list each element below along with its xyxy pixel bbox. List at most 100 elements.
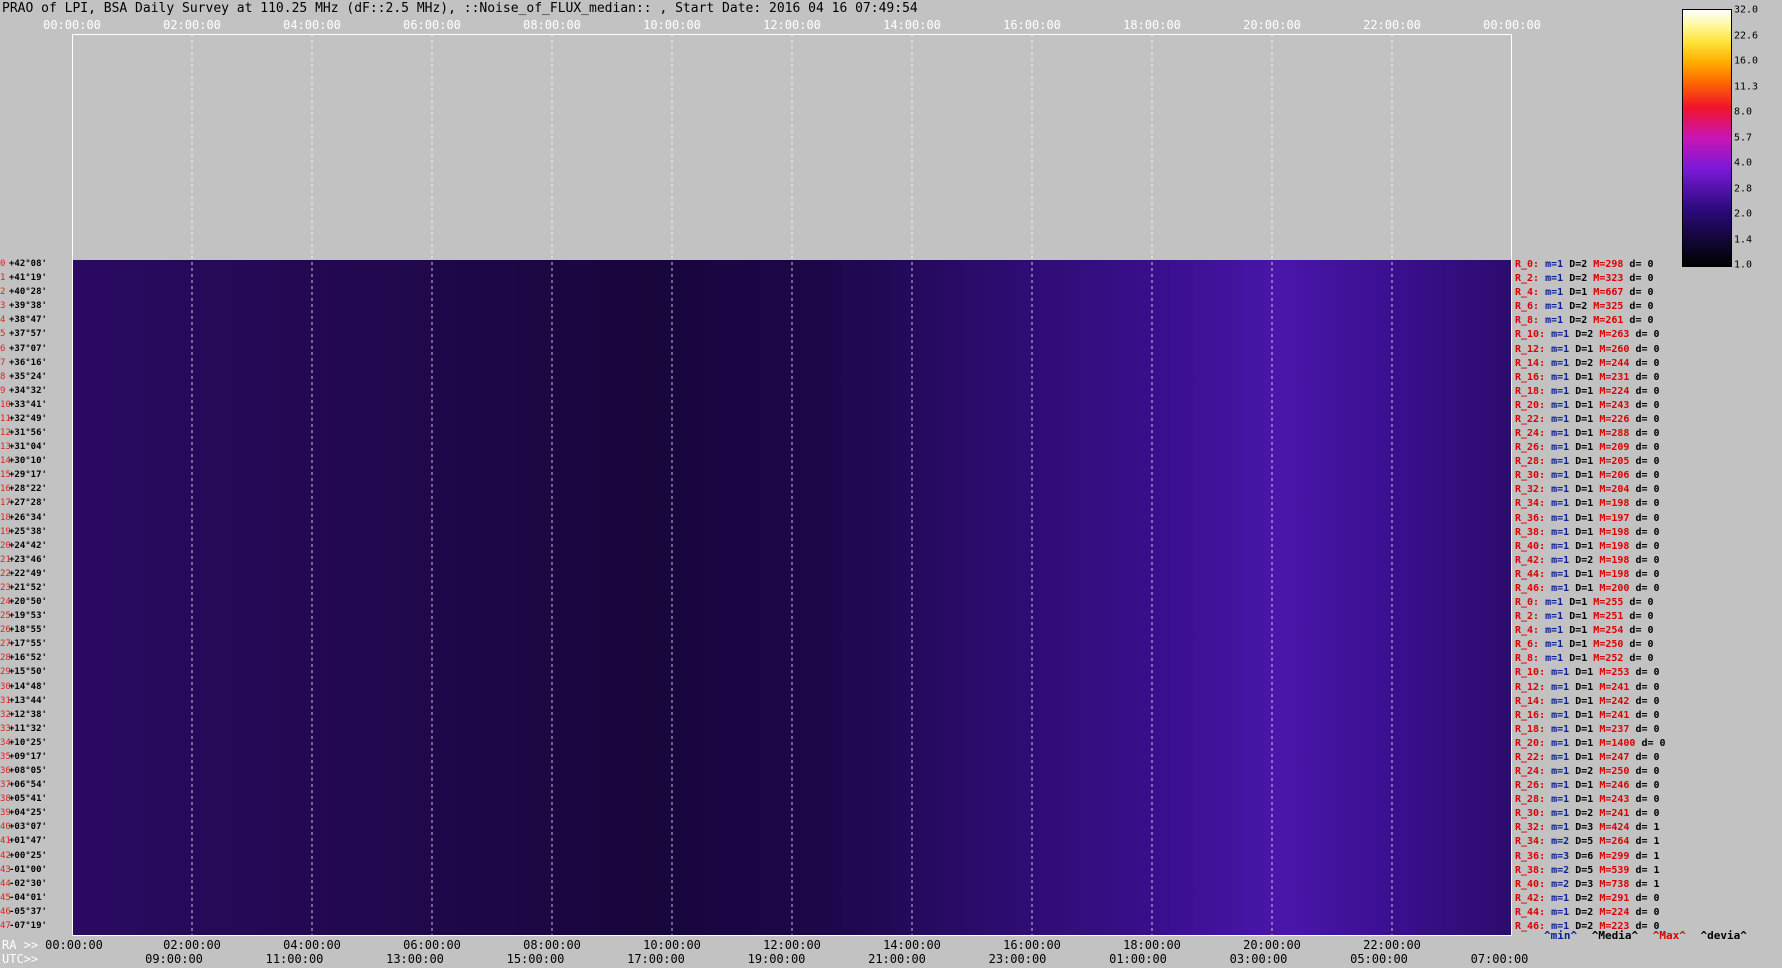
dec-row: 20+24°42' <box>0 541 47 551</box>
declination-label: +29°17' <box>9 470 47 481</box>
antenna-row: R_16: m=1 D=1 M=241 d= 0 <box>1515 709 1660 721</box>
antenna-dev: d= 1 <box>1635 864 1660 876</box>
utc-tick-label: 13:00:00 <box>386 952 444 966</box>
top-tick-label: 00:00:00 <box>1483 18 1541 32</box>
declination-label: +15°50' <box>9 667 47 678</box>
antenna-max: M=198 <box>1599 554 1636 566</box>
ra-axis-label: RA >> <box>2 938 39 952</box>
antenna-disp: D=2 <box>1575 808 1600 820</box>
antenna-row: R_34: m=1 D=1 M=198 d= 0 <box>1515 499 1660 509</box>
antenna-min: m=1 <box>1551 906 1576 918</box>
antenna-row: R_40: m=2 D=3 M=738 d= 1 <box>1515 878 1660 890</box>
antenna-row: R_32: m=1 D=1 M=204 d= 0 <box>1515 485 1660 495</box>
ra-tick-label: 14:00:00 <box>883 938 941 952</box>
dec-row: 21+23°46' <box>0 555 47 565</box>
antenna-row: R_0: m=1 D=1 M=255 d= 0 <box>1515 598 1654 608</box>
antenna-dev: d= 0 <box>1629 259 1654 270</box>
ra-tick-label: 22:00:00 <box>1363 938 1421 952</box>
declination-label: +28°22' <box>9 484 47 495</box>
antenna-dev: d= 0 <box>1635 709 1660 721</box>
utc-tick-label: 03:00:00 <box>1229 952 1288 966</box>
declination-label: -05°37' <box>9 906 47 917</box>
antenna-min: m=1 <box>1551 512 1576 524</box>
antenna-ray: R_6: <box>1515 639 1546 651</box>
declination-label: +11°32' <box>9 723 47 734</box>
antenna-ray: R_32: <box>1515 822 1552 834</box>
dec-row: 14+30°10' <box>0 457 47 466</box>
dec-row: 17+27°28' <box>0 499 47 508</box>
ra-tick-label: 04:00:00 <box>283 938 341 952</box>
antenna-row: R_42: m=1 D=2 M=198 d= 0 <box>1515 554 1660 566</box>
beam-index: 36 <box>0 766 11 776</box>
top-tick-label: 12:00:00 <box>763 18 821 32</box>
antenna-disp: D=1 <box>1575 794 1600 806</box>
antenna-max: M=738 <box>1599 878 1636 890</box>
declination-label: +00°25' <box>9 850 47 861</box>
dec-row: 27+17°55' <box>0 640 47 649</box>
declination-label: -02°30' <box>9 878 47 889</box>
antenna-disp: D=2 <box>1569 273 1594 285</box>
antenna-disp: D=1 <box>1575 681 1600 693</box>
dec-row: 41+01°47' <box>0 837 47 846</box>
antenna-row: R_36: m=1 D=1 M=197 d= 0 <box>1515 512 1660 524</box>
colorbar-tick: 2.8 <box>1734 183 1753 194</box>
antenna-min: m=1 <box>1545 287 1570 299</box>
declination-axis: 0 +42°08' 1 +41°19' 2 +40°28' 3 +39°38' 4 +38°47'… <box>0 260 72 940</box>
antenna-min: m=1 <box>1551 709 1576 721</box>
antenna-dev: d= 0 <box>1635 540 1660 552</box>
top-tick-label: 22:00:00 <box>1363 18 1421 32</box>
declination-label: +16°52' <box>9 653 47 664</box>
colorbar-tick: 1.0 <box>1734 259 1753 271</box>
antenna-row: R_18: m=1 D=1 M=224 d= 0 <box>1515 385 1660 397</box>
top-tick-label: 04:00:00 <box>283 18 341 32</box>
antenna-ray: R_34: <box>1515 498 1552 510</box>
dec-row: 23+21°52' <box>0 582 47 593</box>
antenna-dev: d= 1 <box>1635 822 1660 834</box>
antenna-dev: d= 0 <box>1641 737 1666 749</box>
declination-label: +08°05' <box>9 766 47 776</box>
beam-index: 32 <box>0 709 11 720</box>
antenna-min: m=3 <box>1551 850 1576 862</box>
antenna-ray: R_14: <box>1515 695 1552 707</box>
antenna-disp: D=1 <box>1575 498 1600 510</box>
declination-label: +09°17' <box>9 751 47 762</box>
antenna-disp: D=1 <box>1575 442 1600 454</box>
antenna-min: m=1 <box>1551 371 1576 383</box>
antenna-max: M=231 <box>1599 371 1636 383</box>
antenna-disp: D=1 <box>1575 709 1600 721</box>
antenna-disp: D=1 <box>1569 639 1594 651</box>
dec-row: 16+28°22' <box>0 485 47 494</box>
antenna-min: m=1 <box>1551 343 1576 355</box>
dec-row: 1 +41°19' <box>0 274 47 283</box>
antenna-min: m=1 <box>1545 611 1570 623</box>
beam-index: 7 <box>0 357 6 368</box>
antenna-ray: R_10: <box>1515 667 1552 679</box>
antenna-min: m=1 <box>1545 653 1570 665</box>
dec-row: 9 +34°32' <box>0 386 47 396</box>
dec-row: 19+25°38' <box>0 527 47 537</box>
antenna-ray: R_0: <box>1515 259 1546 270</box>
antenna-max: M=252 <box>1593 653 1630 665</box>
declination-label: +05°41' <box>9 794 47 805</box>
antenna-min: m=1 <box>1545 315 1570 327</box>
antenna-row: R_20: m=1 D=1 M=243 d= 0 <box>1515 399 1660 411</box>
beam-index: 4 <box>0 315 6 326</box>
antenna-dev: d= 0 <box>1635 667 1660 679</box>
antenna-min: m=1 <box>1551 399 1576 411</box>
antenna-stats-panel: R_0: m=1 D=2 M=298 d= 0 R_2: m=1 D=2 M=3… <box>1513 260 1693 940</box>
utc-tick-label: 21:00:00 <box>868 952 926 966</box>
utc-tick-label: 23:00:00 <box>988 952 1047 966</box>
declination-label: +12°38' <box>9 709 47 720</box>
antenna-dev: d= 0 <box>1629 639 1654 651</box>
antenna-ray: R_46: <box>1515 582 1552 594</box>
declination-label: +38°47' <box>9 315 47 326</box>
dec-row: 45-04°01' <box>0 893 47 903</box>
antenna-ray: R_18: <box>1515 385 1552 397</box>
beam-index: 23 <box>0 582 11 593</box>
antenna-max: M=260 <box>1599 343 1636 355</box>
colorbar-tick: 8.0 <box>1734 106 1753 118</box>
antenna-dev: d= 0 <box>1629 301 1654 313</box>
antenna-min: m=1 <box>1545 639 1570 651</box>
declination-label: +42°08' <box>9 259 47 269</box>
antenna-dev: d= 0 <box>1635 582 1660 594</box>
